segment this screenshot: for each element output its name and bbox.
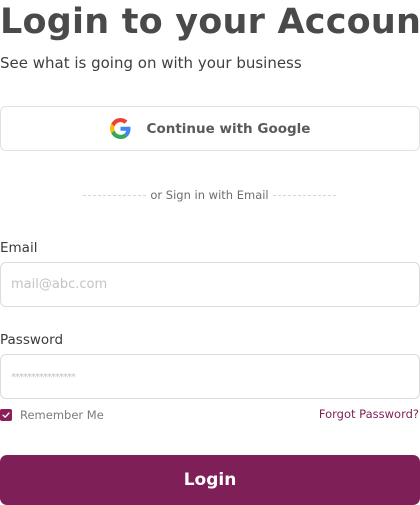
email-divider: or Sign in with Email	[83, 187, 337, 203]
google-button-label: Continue with Google	[146, 120, 311, 137]
google-icon	[109, 118, 131, 139]
remember-me: Remember Me	[0, 408, 104, 422]
continue-with-google-button[interactable]: Continue with Google	[0, 106, 420, 151]
email-label: Email	[0, 240, 38, 256]
check-icon	[2, 412, 10, 418]
page-title: Login to your Account	[0, 2, 420, 42]
email-field[interactable]	[0, 262, 420, 307]
forgot-password-link[interactable]: Forgot Password?	[319, 407, 419, 421]
password-field[interactable]	[0, 354, 420, 399]
page-subtitle: See what is going on with your business	[0, 54, 302, 72]
password-label: Password	[0, 332, 64, 348]
divider-line-left	[83, 194, 147, 196]
remember-me-label: Remember Me	[20, 408, 104, 422]
divider-text: or Sign in with Email	[150, 188, 269, 202]
login-button[interactable]: Login	[0, 455, 420, 505]
divider-line-right	[272, 194, 337, 196]
remember-me-checkbox[interactable]	[0, 409, 12, 421]
